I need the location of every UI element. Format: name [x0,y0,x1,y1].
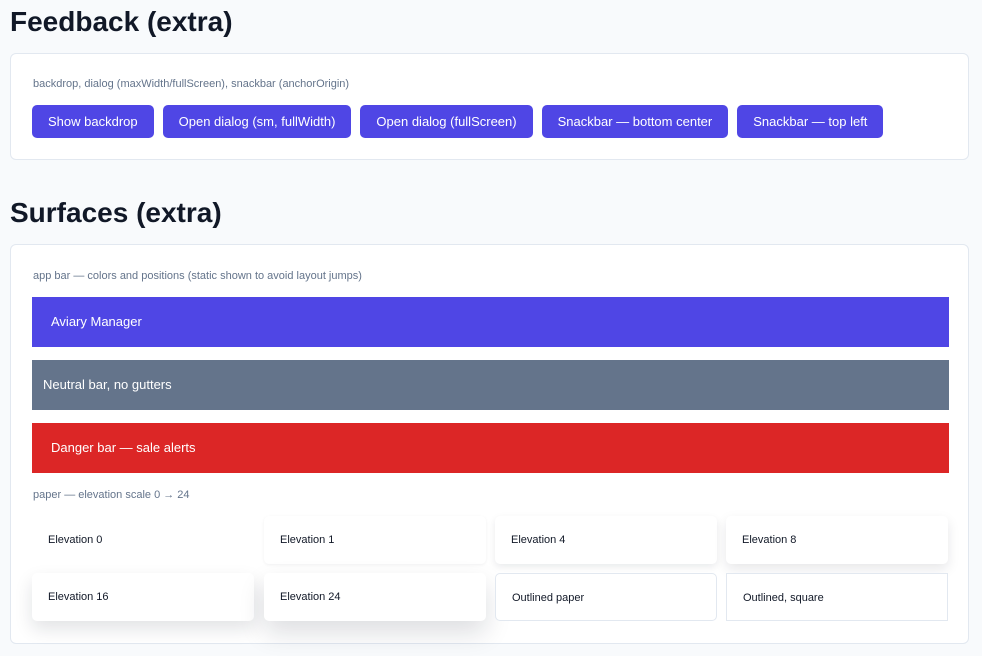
paper-elevation-24: Elevation 24 [264,573,486,621]
paper-outlined: Outlined paper [495,573,717,621]
snackbar-bottom-center-button[interactable]: Snackbar — bottom center [541,105,729,138]
paper-elevation-8: Elevation 8 [726,516,948,564]
appbar-danger-title: Danger bar — sale alerts [51,440,196,455]
open-dialog-sm-fullwidth-button[interactable]: Open dialog (sm, fullWidth) [162,105,352,138]
paper-elevation-4: Elevation 4 [495,516,717,564]
appbar-neutral: Neutral bar, no gutters [32,360,949,410]
show-backdrop-button[interactable]: Show backdrop [32,105,154,138]
open-dialog-fullscreen-button[interactable]: Open dialog (fullScreen) [360,105,533,138]
appbar-danger: Danger bar — sale alerts [32,423,949,473]
feedback-section-title: Feedback (extra) [10,6,233,37]
feedback-caption: backdrop, dialog (maxWidth/fullScreen), … [33,78,350,90]
appbar-caption: app bar — colors and positions (static s… [33,270,362,282]
feedback-card: backdrop, dialog (maxWidth/fullScreen), … [10,53,969,160]
surfaces-section-title: Surfaces (extra) [10,197,222,228]
paper-elevation-16: Elevation 16 [32,573,254,621]
appbar-neutral-title: Neutral bar, no gutters [43,377,172,392]
paper-caption: paper — elevation scale 0 → 24 [33,489,190,501]
paper-outlined-square: Outlined, square [726,573,948,621]
snackbar-top-left-button[interactable]: Snackbar — top left [737,105,884,138]
feedback-button-row: Show backdrop Open dialog (sm, fullWidth… [32,105,884,138]
paper-elevation-0: Elevation 0 [32,516,254,564]
appbar-primary: Aviary Manager [32,297,949,347]
appbar-primary-title: Aviary Manager [51,314,142,329]
paper-elevation-1: Elevation 1 [264,516,486,564]
surfaces-card: app bar — colors and positions (static s… [10,244,969,644]
